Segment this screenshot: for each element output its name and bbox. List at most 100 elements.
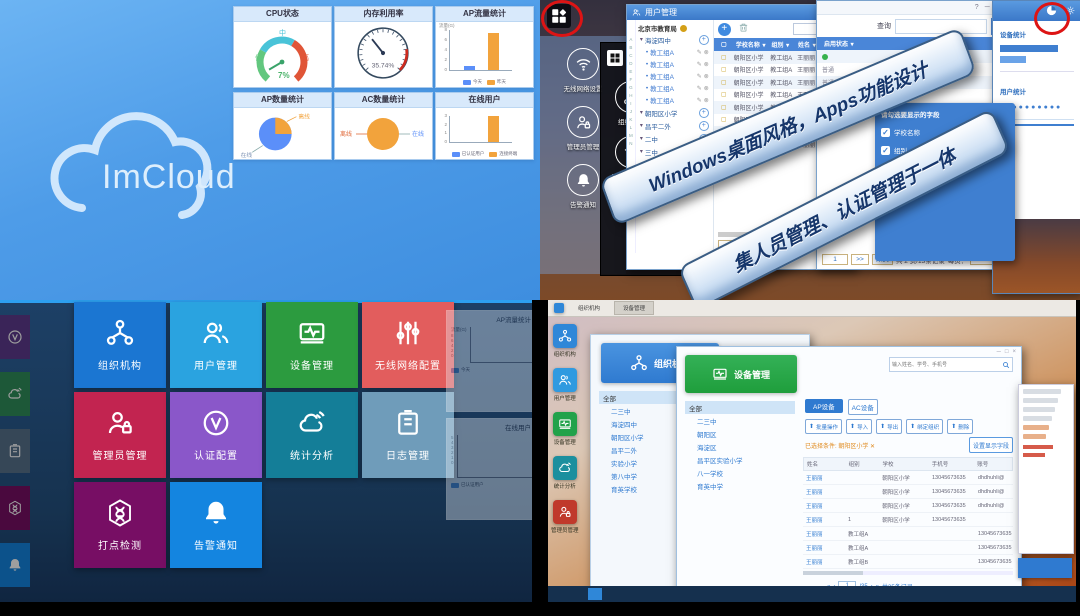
edit-icon[interactable]: ✎ [697, 73, 702, 80]
row-checkbox[interactable]: ▢ [714, 116, 734, 123]
tree-item[interactable]: 八一学校 [685, 466, 795, 479]
tree-root[interactable]: 全部 [685, 401, 795, 414]
table-row[interactable]: 王丽丽教工组B13045673635 [803, 555, 1013, 569]
tile-管理员管理[interactable]: 管理员管理 [74, 392, 166, 478]
show-fields-button[interactable]: 设置显示字段 [969, 437, 1013, 453]
sidebar-icon-管理员管理[interactable]: 管理员管理 [551, 500, 579, 534]
tree-child[interactable]: •教工组A✎⊗ [638, 58, 711, 70]
tile-打点检测[interactable]: 打点检测 [74, 482, 166, 568]
delete-icon[interactable]: ⊗ [704, 61, 709, 68]
device-panel-header[interactable]: 设备管理 [685, 355, 797, 393]
delete-icon[interactable]: ⊗ [704, 85, 709, 92]
column-header[interactable]: 手机号 [929, 460, 974, 468]
desktop-icon-无线网络设置[interactable]: 无线网络设置 [564, 48, 603, 93]
column-header[interactable]: 姓名 ▾ [796, 40, 817, 49]
tab-ap-devices[interactable]: AP设备 [805, 399, 843, 413]
tree-child[interactable]: •教工组A✎⊗ [638, 70, 711, 82]
row-checkbox[interactable]: ▢ [714, 66, 734, 73]
tile-日志管理[interactable]: 日志管理 [362, 392, 454, 478]
edit-icon[interactable]: ✎ [697, 49, 702, 56]
sidebar-icon-设备管理[interactable]: 设备管理 [551, 412, 579, 446]
tile-统计分析[interactable]: 统计分析 [266, 392, 358, 478]
alpha-index-letter[interactable]: N [627, 140, 635, 148]
table-row[interactable]: 王丽丽1朝阳区小学13045673635 [803, 513, 1013, 527]
tree-item[interactable]: 昌平区实验小学 [685, 453, 795, 466]
tree-child[interactable]: •教工组A✎⊗ [638, 94, 711, 106]
page-next-button[interactable]: >> [851, 254, 869, 265]
alpha-index-letter[interactable]: I [627, 100, 635, 108]
tree-item[interactable]: 二三中 [685, 414, 795, 427]
app-tab-组织机构[interactable]: 组织机构 [570, 302, 608, 314]
alpha-index-letter[interactable]: K [627, 116, 635, 124]
tree-group[interactable]: ▾朝阳区小学+ [638, 106, 711, 119]
select-all-checkbox[interactable]: ▢ [714, 41, 734, 48]
desktop-icon-告警通知[interactable]: 告警通知 [567, 164, 599, 209]
toolbar-button-导入[interactable]: ⬆导入 [846, 419, 872, 434]
tile-无线网络配置[interactable]: 无线网络配置 [362, 302, 454, 388]
edit-icon[interactable]: ✎ [697, 97, 702, 104]
add-circle-icon[interactable]: + [699, 108, 709, 118]
desktop-icon-管理员管理[interactable]: 管理员管理 [567, 106, 600, 151]
sidebar-icon-统计分析[interactable]: 统计分析 [551, 456, 579, 490]
column-header[interactable]: 学校 [879, 460, 928, 468]
app-tab-设备管理[interactable]: 设备管理 [614, 301, 654, 315]
tree-child[interactable]: •教工组A✎⊗ [638, 82, 711, 94]
tile-认证配置[interactable]: 认证配置 [170, 392, 262, 478]
alpha-index-letter[interactable]: L [627, 124, 635, 132]
alpha-index-letter[interactable]: M [627, 132, 635, 140]
toolbar-button-绑定组织[interactable]: ⬆绑定组织 [906, 419, 943, 434]
add-circle-icon[interactable]: + [699, 121, 709, 131]
table-row[interactable]: 王丽丽教工组A13045673635 [803, 527, 1013, 541]
edit-icon[interactable]: ✎ [697, 61, 702, 68]
trash-icon[interactable] [738, 22, 749, 33]
table-row[interactable]: 王丽丽教工组A13045673635 [803, 541, 1013, 555]
tree-group[interactable]: ▾海淀四中+ [638, 33, 711, 46]
h-scrollbar[interactable] [803, 571, 1013, 575]
delete-icon[interactable]: ⊗ [704, 97, 709, 104]
column-header[interactable]: 组别 [846, 460, 880, 468]
toolbar-button-导出[interactable]: ⬆导出 [876, 419, 902, 434]
minimize-button[interactable]: ─ [997, 349, 1001, 355]
filter-text[interactable]: 已选择条件: 朝阳区小学 ✕ [805, 441, 875, 450]
alpha-index-letter[interactable]: D [627, 60, 635, 68]
column-header[interactable]: 姓名 [804, 460, 846, 468]
row-checkbox[interactable]: ▢ [714, 54, 734, 61]
minimize-button[interactable]: ─ [985, 4, 990, 11]
toolbar-button-删除[interactable]: ⬆删除 [947, 419, 973, 434]
checkbox-checked-icon[interactable]: ✓ [881, 128, 890, 137]
tree-group[interactable]: ▾昌平二外+ [638, 119, 711, 132]
tree-item[interactable]: 育英中学 [685, 479, 795, 492]
close-button[interactable]: × [1012, 349, 1016, 355]
tree-item[interactable]: 海淀区 [685, 440, 795, 453]
row-checkbox[interactable]: ▢ [714, 79, 734, 86]
tree-item[interactable]: 朝阳区 [685, 427, 795, 440]
row-checkbox[interactable]: ▢ [714, 104, 734, 111]
checkbox-checked-icon[interactable]: ✓ [881, 146, 890, 155]
edit-icon[interactable]: ✎ [697, 85, 702, 92]
toolbar-button-批量操作[interactable]: ⬆批量操作 [805, 419, 842, 434]
search-icon[interactable] [1002, 361, 1010, 369]
alpha-index-letter[interactable]: F [627, 76, 635, 84]
tile-组织机构[interactable]: 组织机构 [74, 302, 166, 388]
add-user-button[interactable]: + [718, 23, 731, 36]
tile-告警通知[interactable]: 告警通知 [170, 482, 262, 568]
row-checkbox[interactable]: ▢ [714, 91, 734, 98]
page-number-box[interactable]: 1 [822, 254, 848, 265]
table-row[interactable]: 王丽丽朝阳区小学13045673635dhdhuhli@ [803, 485, 1013, 499]
table-row[interactable]: 王丽丽朝阳区小学13045673635dhdhuhli@ [803, 499, 1013, 513]
query-button[interactable]: 查询 [877, 21, 891, 31]
alpha-index-letter[interactable]: C [627, 52, 635, 60]
tile-设备管理[interactable]: 设备管理 [266, 302, 358, 388]
delete-icon[interactable]: ⊗ [704, 73, 709, 80]
alpha-index-letter[interactable]: A [627, 36, 635, 44]
tab-ac-devices[interactable]: AC设备 [848, 399, 878, 415]
tile-用户管理[interactable]: 用户管理 [170, 302, 262, 388]
column-header[interactable]: 组别 ▾ [769, 40, 796, 49]
column-header[interactable]: 启用状态 ▾ [822, 39, 855, 48]
window-titlebar[interactable]: ? ─ □ × [817, 1, 1015, 15]
alpha-index-letter[interactable]: G [627, 84, 635, 92]
table-row[interactable]: 王丽丽朝阳区小学13045673635dhdhuhli@ [803, 471, 1013, 485]
tree-child[interactable]: •教工组A✎⊗ [638, 46, 711, 58]
device-search-input[interactable] [890, 361, 1002, 369]
alpha-index-letter[interactable]: J [627, 108, 635, 116]
